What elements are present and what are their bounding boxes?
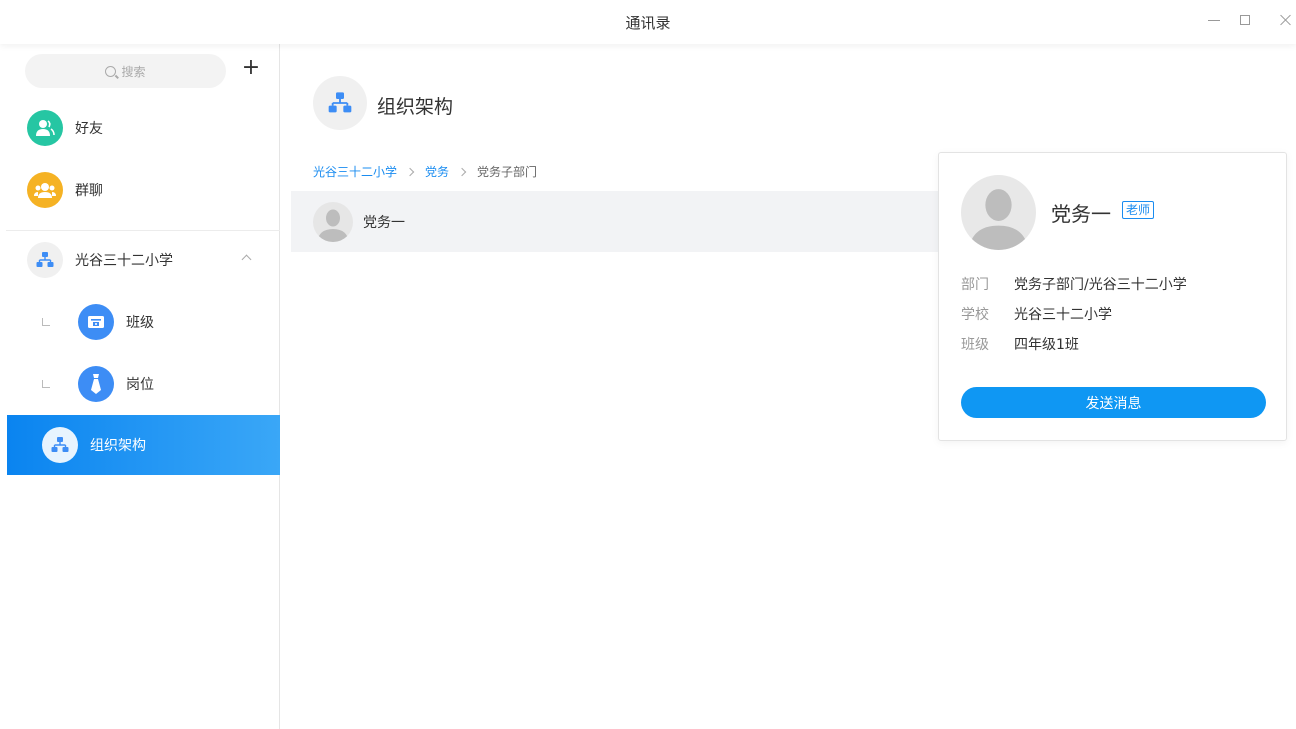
info-label: 班级 bbox=[961, 337, 989, 353]
chevron-right-icon bbox=[405, 167, 415, 176]
close-icon bbox=[1279, 13, 1293, 27]
info-value: 光谷三十二小学 bbox=[1014, 307, 1112, 323]
window-title: 通讯录 bbox=[625, 14, 671, 32]
info-row-department: 部门 党务子部门/光谷三十二小学 bbox=[961, 274, 1187, 294]
send-message-button[interactable]: 发送消息 bbox=[961, 387, 1266, 418]
breadcrumb-item[interactable]: 光谷三十二小学 bbox=[313, 163, 397, 180]
minimize-icon bbox=[1208, 19, 1220, 21]
search-input[interactable]: 搜索 bbox=[25, 54, 226, 88]
profile-card: 党务一 老师 部门 党务子部门/光谷三十二小学 学校 光谷三十二小学 班级 四年… bbox=[938, 152, 1287, 441]
sidebar-item-class[interactable]: 班级 bbox=[0, 292, 280, 352]
org-chart-icon bbox=[27, 242, 63, 278]
info-label: 学校 bbox=[961, 307, 989, 323]
sidebar: 搜索 + 好友 群聊 光谷三十二小学 班级 岗位 组织架构 bbox=[0, 44, 280, 729]
page-title: 组织架构 bbox=[377, 96, 454, 118]
tree-line-icon bbox=[42, 318, 50, 326]
member-name: 党务一 bbox=[363, 214, 405, 231]
search-icon bbox=[105, 65, 117, 77]
info-row-class: 班级 四年级1班 bbox=[961, 334, 1079, 354]
sidebar-item-groups[interactable]: 群聊 bbox=[0, 160, 280, 220]
member-row[interactable]: 党务一 bbox=[291, 191, 951, 252]
tree-line-icon bbox=[42, 380, 50, 388]
search-placeholder: 搜索 bbox=[121, 64, 146, 79]
sidebar-item-post[interactable]: 岗位 bbox=[0, 354, 280, 414]
sidebar-item-label: 班级 bbox=[126, 315, 154, 331]
info-value: 四年级1班 bbox=[1014, 337, 1079, 353]
minimize-button[interactable] bbox=[1202, 10, 1226, 30]
title-bar: 通讯录 bbox=[0, 0, 1296, 44]
avatar bbox=[961, 175, 1036, 250]
sidebar-item-friends[interactable]: 好友 bbox=[0, 98, 280, 158]
sidebar-item-label: 群聊 bbox=[75, 183, 103, 199]
class-icon bbox=[78, 304, 114, 340]
breadcrumb-item[interactable]: 党务 bbox=[425, 163, 449, 180]
sidebar-item-label: 光谷三十二小学 bbox=[75, 253, 173, 269]
org-chart-icon bbox=[42, 427, 78, 463]
info-value: 党务子部门/光谷三十二小学 bbox=[1014, 277, 1187, 293]
info-label: 部门 bbox=[961, 277, 989, 293]
avatar bbox=[313, 201, 353, 242]
group-chat-icon bbox=[27, 172, 63, 208]
chevron-right-icon bbox=[457, 167, 467, 176]
chevron-up-icon[interactable] bbox=[241, 254, 252, 265]
profile-name: 党务一 bbox=[1051, 202, 1111, 226]
breadcrumb: 光谷三十二小学 党务 党务子部门 bbox=[313, 163, 537, 180]
add-button[interactable]: + bbox=[240, 56, 262, 80]
sidebar-item-org[interactable]: 组织架构 bbox=[7, 415, 280, 475]
sidebar-item-label: 岗位 bbox=[126, 377, 154, 393]
sidebar-item-school[interactable]: 光谷三十二小学 bbox=[0, 230, 280, 290]
sidebar-item-label: 好友 bbox=[75, 121, 103, 137]
info-row-school: 学校 光谷三十二小学 bbox=[961, 304, 1112, 324]
close-button[interactable] bbox=[1274, 10, 1296, 30]
maximize-icon bbox=[1240, 15, 1250, 25]
friends-icon bbox=[27, 110, 63, 146]
breadcrumb-current: 党务子部门 bbox=[477, 165, 538, 179]
org-chart-icon bbox=[313, 76, 367, 130]
maximize-button[interactable] bbox=[1233, 10, 1257, 30]
role-badge: 老师 bbox=[1122, 201, 1155, 219]
post-icon bbox=[78, 366, 114, 402]
sidebar-item-label: 组织架构 bbox=[90, 438, 146, 454]
